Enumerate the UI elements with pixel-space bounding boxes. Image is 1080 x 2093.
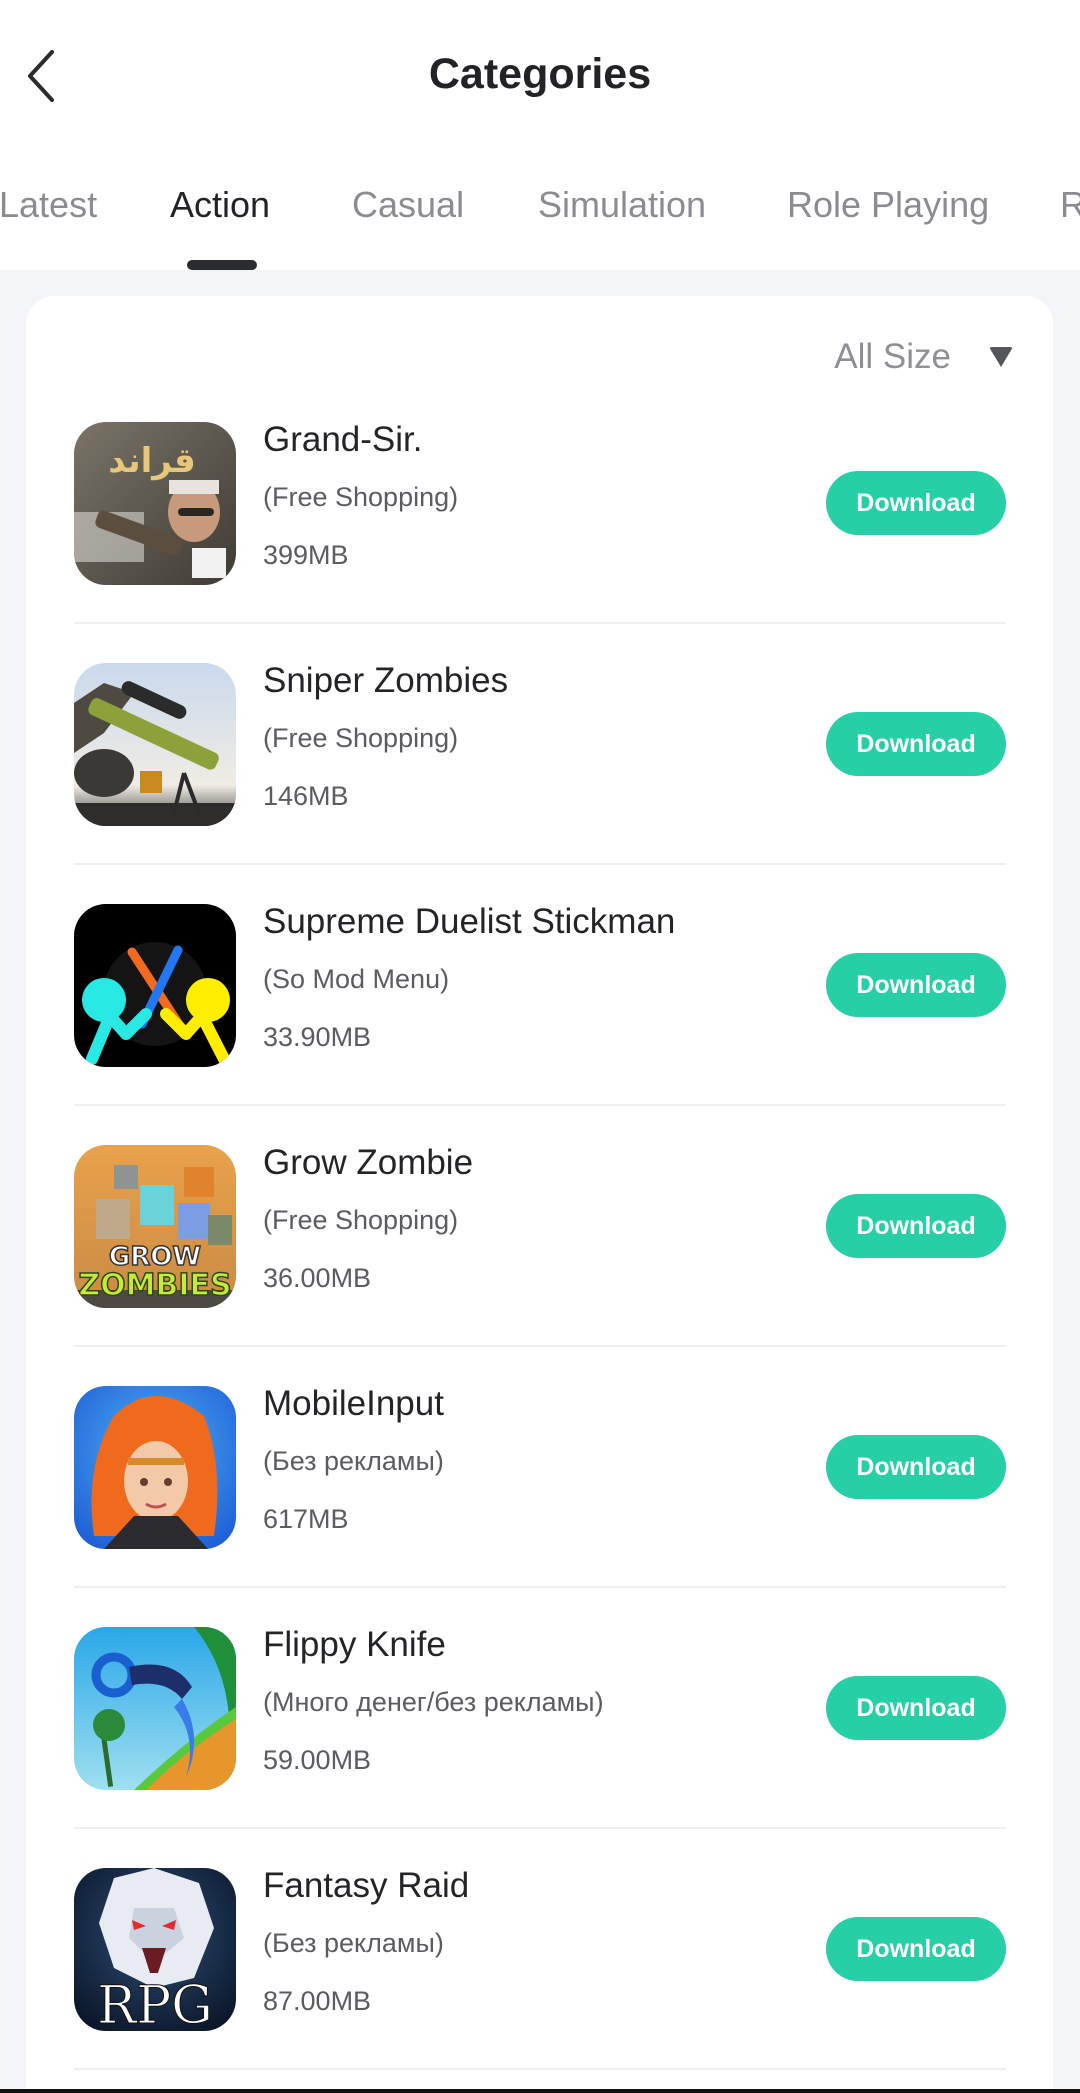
download-button[interactable]: Download [826,1194,1006,1258]
app-mod-tag: (Без рекламы) [263,1446,444,1476]
app-size: 87.00MB [263,1986,372,2016]
divider [74,1345,1006,1347]
size-filter-label: All Size [834,337,951,376]
app-name: Flippy Knife [263,1625,446,1664]
app-name: Supreme Duelist Stickman [263,902,676,941]
app-mod-tag: (Free Shopping) [263,723,459,753]
sniper-zombies-app-icon [74,663,236,826]
tab-action[interactable]: Action [170,180,270,230]
app-name: Grand-Sir. [263,420,423,459]
divider [74,863,1006,865]
app-list-item[interactable]: GROW ZOMBIES Grow Zombie (Free Shopping)… [74,1143,1006,1386]
app-mod-tag: (Много денег/без рекламы) [263,1687,604,1717]
app-list-card: All Size قراند Grand-Sir. (Free Shopping… [26,296,1053,2093]
mobileinput-app-icon [74,1386,236,1549]
download-button[interactable]: Download [826,471,1006,535]
download-button[interactable]: Download [826,1676,1006,1740]
app-list-item[interactable]: RPG Fantasy Raid (Без рекламы) 87.00MB D… [74,1866,1006,2093]
download-button[interactable]: Download [826,1435,1006,1499]
download-button[interactable]: Download [826,953,1006,1017]
tab-next-partial[interactable]: R [1060,180,1080,230]
fantasy-raid-app-icon: RPG [74,1868,236,2031]
flippy-knife-app-icon [74,1627,236,1790]
app-list-item[interactable]: Flippy Knife (Много денег/без рекламы) 5… [74,1625,1006,1868]
app-size: 146MB [263,781,349,811]
page-title: Categories [0,50,1080,99]
app-list: قراند Grand-Sir. (Free Shopping) 399MB D… [74,420,1006,2093]
grow-zombie-app-icon: GROW ZOMBIES [74,1145,236,1308]
app-size: 59.00MB [263,1745,372,1775]
svg-text:ZOMBIES: ZOMBIES [78,1268,231,1303]
app-list-item[interactable]: Supreme Duelist Stickman (So Mod Menu) 3… [74,902,1006,1145]
size-filter-dropdown[interactable]: All Size [834,332,1013,382]
app-name: Grow Zombie [263,1143,474,1182]
divider [74,1827,1006,1829]
triangle-down-icon [989,347,1013,367]
system-nav-bar [0,2089,1080,2093]
stickman-app-icon [74,904,236,1067]
download-button[interactable]: Download [826,712,1006,776]
app-list-item[interactable]: قراند Grand-Sir. (Free Shopping) 399MB D… [74,420,1006,663]
svg-text:قراند: قراند [108,441,195,481]
category-tabs: Latest Action Casual Simulation Role Pla… [0,180,1080,270]
divider [74,1586,1006,1588]
app-name: Fantasy Raid [263,1866,470,1905]
app-name: Sniper Zombies [263,661,509,700]
app-name: MobileInput [263,1384,444,1423]
tab-casual[interactable]: Casual [352,180,464,230]
tab-simulation[interactable]: Simulation [538,180,706,230]
svg-text:RPG: RPG [97,1976,213,2031]
tab-latest[interactable]: Latest [0,180,97,230]
divider [74,1104,1006,1106]
app-mod-tag: (Free Shopping) [263,1205,459,1235]
app-list-item[interactable]: MobileInput (Без рекламы) 617MB Download [74,1384,1006,1627]
app-mod-tag: (Free Shopping) [263,482,459,512]
app-size: 399MB [263,540,349,570]
app-size: 33.90MB [263,1022,372,1052]
active-tab-indicator [187,260,257,270]
divider [74,622,1006,624]
app-mod-tag: (Без рекламы) [263,1928,444,1958]
top-app-bar: Categories Latest Action Casual Simulati… [0,0,1080,270]
tab-role-playing[interactable]: Role Playing [787,180,989,230]
download-button[interactable]: Download [826,1917,1006,1981]
app-size: 617MB [263,1504,349,1534]
app-list-item[interactable]: Sniper Zombies (Free Shopping) 146MB Dow… [74,661,1006,904]
page-title-text: Categories [428,50,652,98]
app-mod-tag: (So Mod Menu) [263,964,450,994]
app-size: 36.00MB [263,1263,372,1293]
grand-sir-app-icon: قراند [74,422,236,585]
divider [74,2068,1006,2070]
